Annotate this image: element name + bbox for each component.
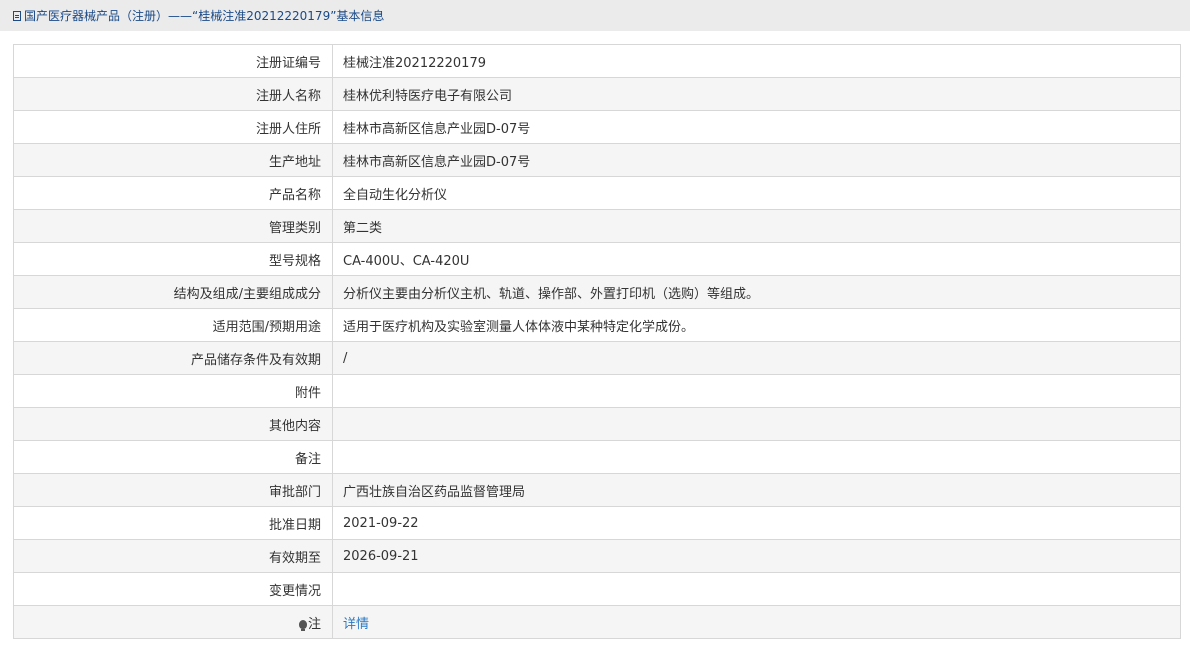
table-row: 批准日期 2021-09-22 bbox=[13, 506, 1181, 540]
row-label: 注册人住所 bbox=[13, 110, 333, 144]
table-row: 产品储存条件及有效期 / bbox=[13, 341, 1181, 375]
row-value: 桂林市高新区信息产业园D-07号 bbox=[332, 143, 1181, 177]
note-row: 注 详情 bbox=[13, 605, 1181, 639]
note-label: 注 bbox=[307, 616, 321, 632]
row-value: CA-400U、CA-420U bbox=[332, 242, 1181, 276]
row-label: 有效期至 bbox=[13, 539, 333, 573]
row-label: 其他内容 bbox=[13, 407, 333, 441]
table-row: 适用范围/预期用途 适用于医疗机构及实验室测量人体体液中某种特定化学成份。 bbox=[13, 308, 1181, 342]
table-row: 结构及组成/主要组成成分 分析仪主要由分析仪主机、轨道、操作部、外置打印机（选购）… bbox=[13, 275, 1181, 309]
table-row: 生产地址 桂林市高新区信息产业园D-07号 bbox=[13, 143, 1181, 177]
row-value bbox=[332, 440, 1181, 474]
row-value: 桂林市高新区信息产业园D-07号 bbox=[332, 110, 1181, 144]
row-label: 注册证编号 bbox=[13, 44, 333, 78]
row-value: 第二类 bbox=[332, 209, 1181, 243]
row-value: 全自动生化分析仪 bbox=[332, 176, 1181, 210]
table-row: 审批部门 广西壮族自治区药品监督管理局 bbox=[13, 473, 1181, 507]
row-label: 备注 bbox=[13, 440, 333, 474]
row-value: 适用于医疗机构及实验室测量人体体液中某种特定化学成份。 bbox=[332, 308, 1181, 342]
document-icon bbox=[13, 10, 21, 21]
row-value: 桂林优利特医疗电子有限公司 bbox=[332, 77, 1181, 111]
note-label-cell: 注 bbox=[13, 605, 333, 639]
row-label: 型号规格 bbox=[13, 242, 333, 276]
row-label: 附件 bbox=[13, 374, 333, 408]
row-label: 变更情况 bbox=[13, 572, 333, 606]
table-row: 注册证编号 桂械注准20212220179 bbox=[13, 44, 1181, 78]
table-row: 附件 bbox=[13, 374, 1181, 408]
note-value-cell: 详情 bbox=[332, 605, 1181, 639]
row-value: / bbox=[332, 341, 1181, 375]
row-value: 桂械注准20212220179 bbox=[332, 44, 1181, 78]
table-row: 产品名称 全自动生化分析仪 bbox=[13, 176, 1181, 210]
info-table: 注册证编号 桂械注准20212220179 注册人名称 桂林优利特医疗电子有限公司 … bbox=[13, 44, 1181, 639]
row-value bbox=[332, 374, 1181, 408]
table-row: 有效期至 2026-09-21 bbox=[13, 539, 1181, 573]
breadcrumb-text: 国产医疗器械产品（注册）——“桂械注准20212220179”基本信息 bbox=[24, 9, 385, 23]
row-value bbox=[332, 407, 1181, 441]
row-value: 2021-09-22 bbox=[332, 506, 1181, 540]
row-label: 生产地址 bbox=[13, 143, 333, 177]
row-label: 产品储存条件及有效期 bbox=[13, 341, 333, 375]
table-row: 管理类别 第二类 bbox=[13, 209, 1181, 243]
row-label: 管理类别 bbox=[13, 209, 333, 243]
row-label: 批准日期 bbox=[13, 506, 333, 540]
table-row: 注册人住所 桂林市高新区信息产业园D-07号 bbox=[13, 110, 1181, 144]
row-value: 2026-09-21 bbox=[332, 539, 1181, 573]
row-value: 分析仪主要由分析仪主机、轨道、操作部、外置打印机（选购）等组成。 bbox=[332, 275, 1181, 309]
table-row: 型号规格 CA-400U、CA-420U bbox=[13, 242, 1181, 276]
row-label: 结构及组成/主要组成成分 bbox=[13, 275, 333, 309]
table-row: 其他内容 bbox=[13, 407, 1181, 441]
row-label: 适用范围/预期用途 bbox=[13, 308, 333, 342]
details-link[interactable]: 详情 bbox=[343, 617, 369, 632]
table-row: 变更情况 bbox=[13, 572, 1181, 606]
table-row: 备注 bbox=[13, 440, 1181, 474]
row-label: 审批部门 bbox=[13, 473, 333, 507]
breadcrumb: 国产医疗器械产品（注册）——“桂械注准20212220179”基本信息 bbox=[0, 0, 1190, 31]
row-value bbox=[332, 572, 1181, 606]
table-row: 注册人名称 桂林优利特医疗电子有限公司 bbox=[13, 77, 1181, 111]
bulb-icon bbox=[298, 619, 307, 631]
row-label: 产品名称 bbox=[13, 176, 333, 210]
row-value: 广西壮族自治区药品监督管理局 bbox=[332, 473, 1181, 507]
row-label: 注册人名称 bbox=[13, 77, 333, 111]
